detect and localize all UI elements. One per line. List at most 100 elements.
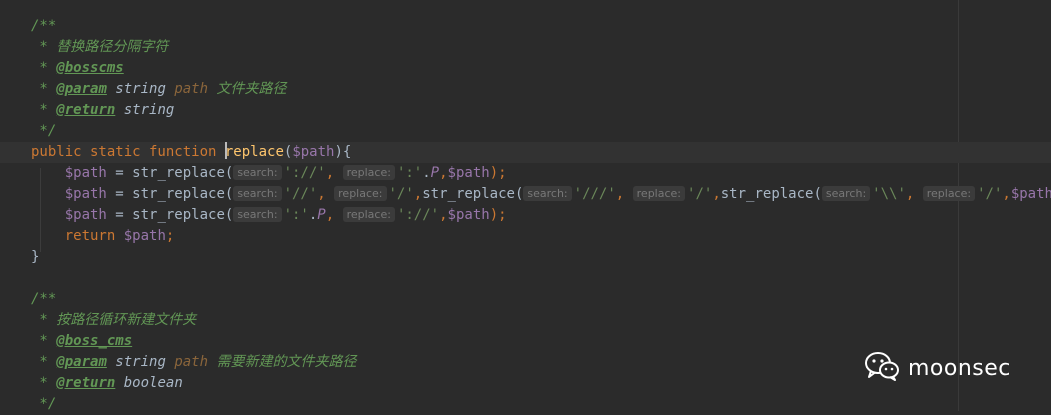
code-token: * (31, 333, 57, 349)
code-token: , (413, 186, 423, 202)
code-token: boolean (115, 375, 183, 391)
code-token: path (174, 81, 209, 97)
code-line[interactable]: $path = str_replace(search: '//', replace… (0, 184, 1051, 205)
code-text: * @bosscms (31, 58, 124, 79)
code-token: , (712, 186, 721, 202)
code-line[interactable]: * 替换路径分隔字符 (0, 37, 1051, 58)
code-token: '://' (283, 165, 326, 181)
code-text: */ (31, 121, 56, 142)
code-token: string (115, 102, 175, 118)
code-token: , (317, 186, 335, 202)
code-token: @param (56, 81, 107, 97)
code-token: ':' (396, 165, 423, 181)
code-token: , (1002, 186, 1011, 202)
code-editor[interactable]: /** * 替换路径分隔字符 * @bosscms * @param strin… (0, 0, 1051, 412)
code-text: /** (31, 289, 56, 310)
code-token: , (439, 207, 448, 223)
code-token: '://' (396, 207, 440, 223)
code-text: /** (31, 16, 56, 37)
parameter-hint: replace: (632, 186, 686, 201)
code-token: path (174, 354, 209, 370)
code-line-current[interactable]: public static function replace($path){ (0, 142, 1051, 163)
code-token: 需要新建的文件夹路径 (208, 354, 357, 370)
code-token: = str_replace( (106, 186, 234, 202)
code-token: string (106, 354, 175, 370)
code-token: str_replace( (720, 186, 822, 202)
parameter-hint: search: (233, 186, 282, 201)
code-token: string (106, 81, 175, 97)
code-token: ); (489, 165, 507, 181)
code-token: * 按路径循环新建文件夹 (31, 312, 197, 328)
code-line[interactable] (0, 268, 1051, 289)
code-line[interactable]: $path = str_replace(search: '://', replac… (0, 163, 1051, 184)
code-token: @boss_cms (56, 333, 133, 349)
code-token: $path (447, 165, 490, 181)
code-token: 文件夹路径 (208, 81, 287, 97)
code-token: $path (64, 165, 107, 181)
code-line[interactable]: * @return string (0, 100, 1051, 121)
code-text: */ (31, 394, 56, 415)
code-line[interactable]: * @param string path 文件夹路径 (0, 79, 1051, 100)
code-token: * (31, 375, 57, 391)
code-token: , (905, 186, 923, 202)
watermark: moonsec (864, 351, 1011, 385)
code-token: P (430, 165, 440, 181)
code-token: * (31, 354, 57, 370)
code-text: * @boss_cms (31, 331, 132, 352)
parameter-hint: replace: (342, 207, 395, 222)
code-text: $path = str_replace(search: '//', replace… (31, 184, 1051, 205)
wechat-icon (864, 351, 900, 385)
code-text: } (31, 247, 39, 268)
code-token: @return (56, 375, 116, 391)
code-line[interactable]: */ (0, 394, 1051, 415)
code-token: * (31, 102, 57, 118)
parameter-hint: search: (233, 165, 282, 180)
code-line[interactable]: * 按路径循环新建文件夹 (0, 310, 1051, 331)
code-token: $path (447, 207, 490, 223)
code-token: public static function (31, 144, 225, 160)
code-token: * 替换路径分隔字符 (31, 39, 169, 55)
code-token: * (31, 60, 57, 76)
code-text: $path = str_replace(search: '://', replac… (31, 163, 507, 184)
code-text: * @param string path 需要新建的文件夹路径 (31, 352, 356, 373)
code-token: ; (165, 228, 175, 244)
parameter-hint: replace: (922, 186, 976, 201)
code-line[interactable]: } (0, 247, 1051, 268)
code-token: $path (64, 186, 107, 202)
code-token: replace (224, 144, 284, 160)
code-token: = str_replace( (106, 165, 234, 181)
code-line[interactable]: return $path; (0, 226, 1051, 247)
code-token: , (325, 207, 343, 223)
code-token: @bosscms (56, 60, 124, 76)
code-text: public static function replace($path){ (31, 142, 351, 163)
code-token: , (325, 165, 343, 181)
code-line[interactable]: /** (0, 16, 1051, 37)
code-line[interactable]: $path = str_replace(search: ':'.P, replac… (0, 205, 1051, 226)
code-token: ){ (334, 144, 352, 160)
code-line[interactable]: * @bosscms (0, 58, 1051, 79)
code-token: '/' (687, 186, 713, 202)
code-token: P (317, 207, 326, 223)
code-token: '\\' (872, 186, 906, 202)
parameter-hint: replace: (334, 186, 387, 201)
code-line[interactable]: /** (0, 289, 1051, 310)
code-text: * @return boolean (31, 373, 183, 394)
code-token: '/' (977, 186, 1003, 202)
code-line[interactable]: */ (0, 121, 1051, 142)
code-token: $path (123, 228, 166, 244)
code-token: '//' (283, 186, 318, 202)
code-token: * (31, 81, 57, 97)
parameter-hint: search: (821, 186, 871, 201)
code-text: * 替换路径分隔字符 (31, 37, 168, 58)
code-token: $path (292, 144, 335, 160)
code-text: return $path; (31, 226, 175, 247)
code-text: * @param string path 文件夹路径 (31, 79, 286, 100)
code-token: ); (489, 207, 507, 223)
code-token: . (422, 165, 431, 181)
parameter-hint: search: (523, 186, 572, 201)
watermark-text: moonsec (908, 355, 1011, 381)
code-text: $path = str_replace(search: ':'.P, replac… (31, 205, 507, 226)
code-line[interactable]: * @boss_cms (0, 331, 1051, 352)
